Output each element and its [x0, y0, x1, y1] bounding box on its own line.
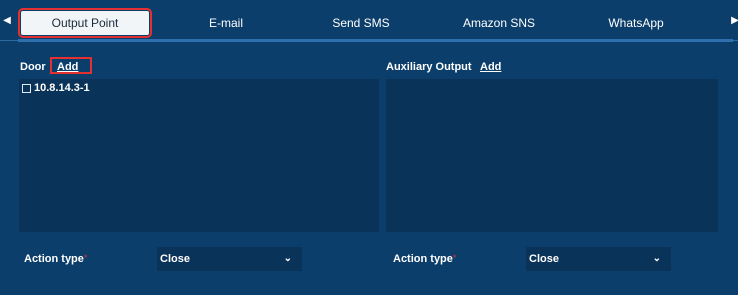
tab-bar: ◀ Output Point E-mail Send SMS Amazon SN…: [0, 0, 739, 41]
action-type-select-left[interactable]: Close ⌄: [157, 247, 302, 271]
aux-add-link[interactable]: Add: [480, 61, 501, 73]
add-highlight-box: [50, 57, 92, 74]
action-type-label-right: Action type*: [393, 253, 456, 265]
required-marker: *: [452, 253, 457, 263]
alarm-linkage-panel: ◀ Output Point E-mail Send SMS Amazon SN…: [0, 0, 752, 295]
action-type-label-left: Action type*: [24, 253, 87, 265]
page-margin: [738, 0, 752, 295]
list-item-label: 10.8.14.3-1: [34, 82, 90, 94]
chevron-down-icon: ⌄: [652, 253, 661, 264]
checkbox[interactable]: [22, 83, 31, 93]
tab-output-point[interactable]: Output Point: [18, 8, 152, 38]
tab-send-sms[interactable]: Send SMS: [321, 11, 401, 35]
action-type-select-right[interactable]: Close ⌄: [526, 247, 671, 271]
aux-output-label: Auxiliary Output: [386, 61, 472, 73]
chevron-down-icon: ⌄: [283, 253, 292, 264]
door-list: 10.8.14.3-1: [19, 79, 379, 232]
required-marker: *: [83, 253, 88, 263]
tab-divider: [18, 39, 733, 42]
action-type-text: Action type: [24, 253, 84, 265]
action-type-text: Action type: [393, 253, 453, 265]
select-value: Close: [160, 253, 190, 265]
door-label: Door: [20, 61, 46, 73]
tab-amazon-sns[interactable]: Amazon SNS: [454, 11, 544, 35]
caret-left-icon[interactable]: ◀: [2, 11, 12, 31]
select-value: Close: [529, 253, 559, 265]
aux-output-list: [386, 79, 718, 232]
tab-email[interactable]: E-mail: [186, 11, 266, 35]
tab-whatsapp[interactable]: WhatsApp: [596, 11, 676, 35]
list-item[interactable]: 10.8.14.3-1: [22, 82, 90, 94]
